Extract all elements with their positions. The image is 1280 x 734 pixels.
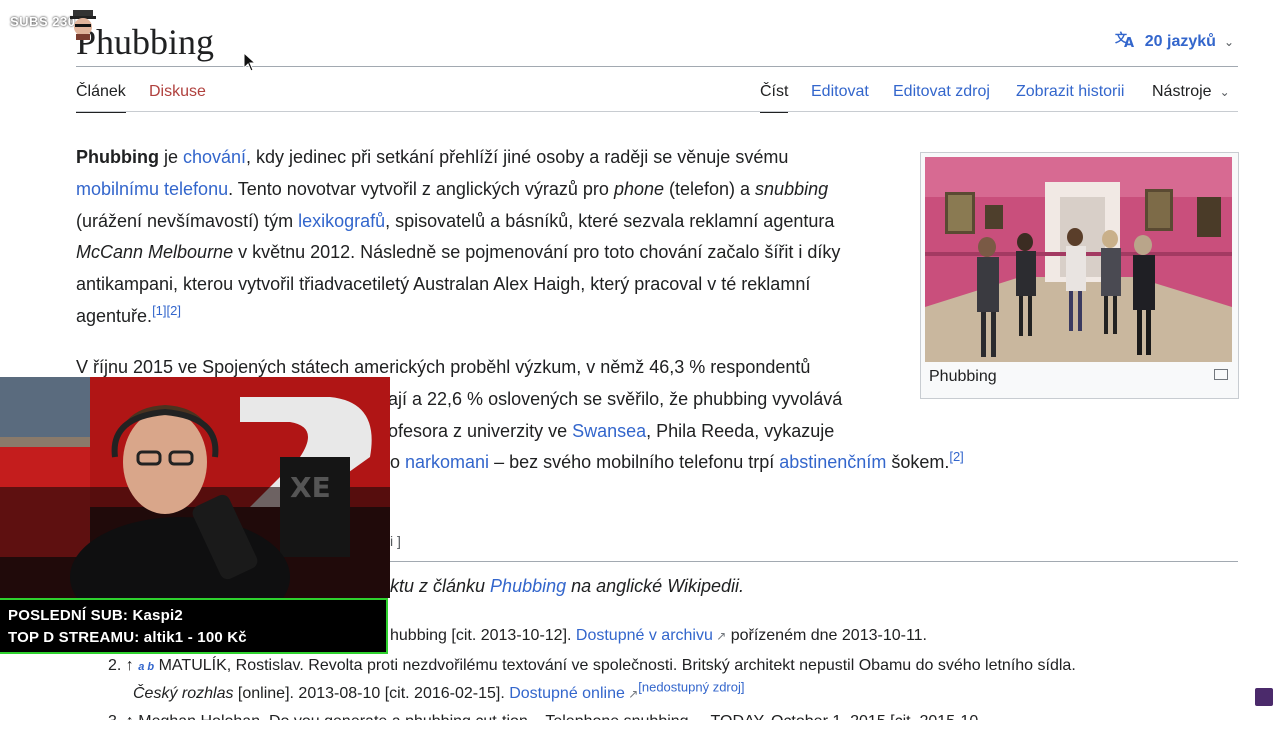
tab-edit-source[interactable]: Editovat zdroj [893,82,990,102]
citation-link[interactable]: [2] [949,449,963,464]
last-sub-text: POSLEDNÍ SUB: Kaspi2 [8,607,183,624]
mouse-cursor-icon [243,51,257,77]
text: na anglické Wikipedii. [566,576,745,596]
text-italic: McCann Melbourne [76,242,234,263]
reference-item: hubbing [cit. 2013-10-12]. Dostupné v ar… [390,624,927,648]
link-chovani[interactable]: chování [183,147,246,167]
text: , kdy jedinec při setkání přehlíží jiné … [246,147,789,167]
expand-icon[interactable] [1214,369,1228,380]
tab-history[interactable]: Zobrazit historii [1016,82,1124,102]
svg-text:A: A [1124,36,1134,48]
text: MATULÍK, Rostislav. Revolta proti nezdvo… [154,657,1076,674]
language-selector[interactable]: 文A 20 jazyků ⌄ [1115,30,1234,53]
subs-counter: SUBS 230 [10,14,76,29]
text: (telefon) a [664,178,756,199]
text: V říjnu 2015 ve Spojených státech americ… [76,357,811,377]
language-count: 20 jazyků [1144,32,1216,50]
text: je [158,147,183,167]
link-swansea[interactable]: Swansea [572,421,646,441]
top-donation-text: TOP D STREAMU: altik1 - 100 Kč [8,629,247,646]
stream-info-banner: POSLEDNÍ SUB: Kaspi2 TOP D STREAMU: alti… [0,598,388,654]
backlinks[interactable]: a b [138,661,154,673]
text-italic: Český rozhlas [133,685,234,702]
avatar [70,10,96,40]
tab-article[interactable]: Článek [76,82,126,113]
text: – bez svého mobilního telefonu trpí [489,452,780,473]
translate-icon: 文A [1115,30,1137,53]
reference-number: 2. ↑ [108,657,134,674]
chevron-down-icon: ⌄ [1219,85,1230,99]
text: , spisovatelů a básníků, které sezvala r… [385,210,835,231]
link-mobile-phone[interactable]: mobilnímu telefonu [76,179,228,199]
reference-item: 3. ↑ Meghan Holohan. Do you generate a p… [108,713,979,730]
text: , Phila Reeda, vykazuje [646,420,835,441]
intro-paragraph: Phubbing je chování, kdy jedinec při set… [76,142,876,333]
link-english-article[interactable]: Phubbing [490,576,566,596]
text: hubbing [cit. 2013-10-12]. [390,627,576,644]
link-lexicographers[interactable]: lexikografů [298,211,385,231]
tab-talk[interactable]: Diskuse [149,82,206,102]
reference-item: 2. ↑ a b MATULÍK, Rostislav. Revolta pro… [108,654,1076,679]
translation-note: ktu z článku Phubbing na anglické Wikipe… [390,576,744,597]
text-italic: phone [613,178,664,199]
text: [online]. 2013-08-10 [cit. 2016-02-15]. [233,685,510,702]
link-abstinence[interactable]: abstinenčním [779,452,886,472]
text-italic: snubbing [755,178,829,199]
link-narkomani[interactable]: narkomani [405,452,489,472]
streamer-webcam: XE [0,377,390,598]
citation-link[interactable]: [1][2] [152,303,181,318]
text: . Tento novotvar vytvořil z anglických v… [228,178,614,199]
figure-caption: Phubbing [929,368,997,385]
dead-link-note[interactable]: [nedostupný zdroj] [638,680,744,695]
infobox-figure: Phubbing [920,152,1239,399]
tools-label: Nástroje [1152,83,1212,100]
term-bold: Phubbing [76,147,159,167]
page-title: Phubbing [76,22,215,62]
channel-logo-icon [1255,688,1273,706]
tab-read[interactable]: Číst [760,82,789,113]
section-edit-tail[interactable]: i ] [390,533,401,549]
text: ktu z článku [390,576,491,596]
tools-menu[interactable]: Nástroje ⌄ [1152,82,1230,102]
text: šokem. [886,452,950,473]
archive-link[interactable]: Dostupné v archivu [576,627,713,644]
text: pořízeném dne 2013-10-11. [726,627,927,644]
external-link-icon: ↗ [712,629,727,643]
tabs-divider [76,111,1238,112]
external-link-icon: ↗ [624,687,639,701]
online-link[interactable]: Dostupné online [509,685,625,702]
tab-edit[interactable]: Editovat [811,82,869,102]
svg-text:XE: XE [290,471,331,504]
chevron-down-icon: ⌄ [1223,34,1234,49]
text: (urážení nevšímavostí) tým [76,210,299,231]
reference-item-continued: Český rozhlas [online]. 2013-08-10 [cit.… [133,680,744,706]
figure-image[interactable] [925,157,1232,362]
